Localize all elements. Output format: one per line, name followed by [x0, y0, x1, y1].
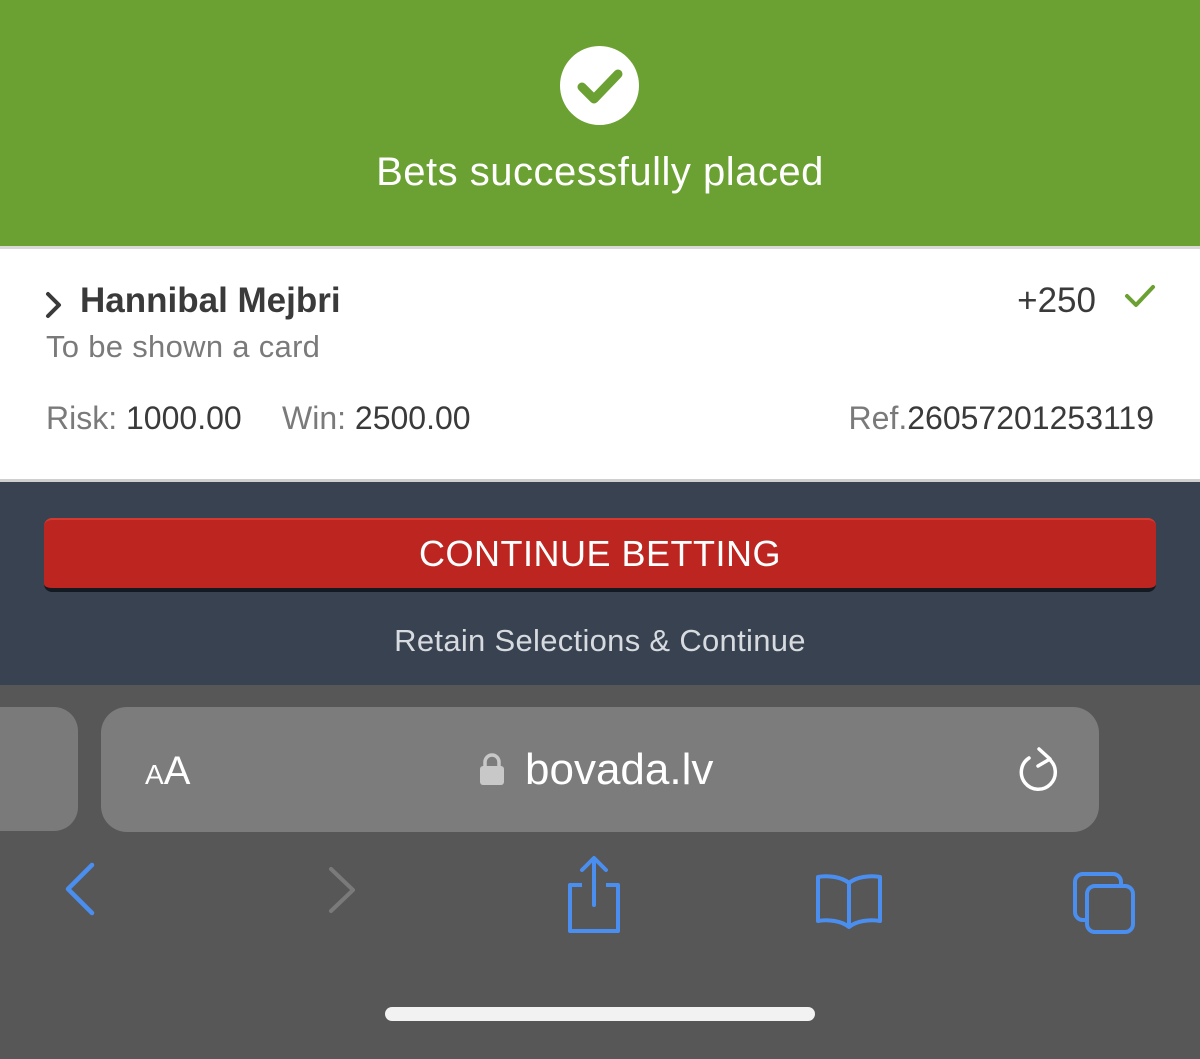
success-banner: Bets successfully placed	[0, 0, 1200, 246]
lock-icon	[479, 752, 505, 791]
win-value: 2500.00	[354, 400, 471, 436]
url-domain: bovada.lv	[525, 745, 714, 794]
win-amount: Win: 2500.00	[282, 400, 471, 437]
selection-name[interactable]: Hannibal Mejbri	[80, 281, 341, 321]
bookmarks-icon[interactable]	[814, 871, 884, 936]
continue-betting-button[interactable]: CONTINUE BETTING	[44, 518, 1156, 592]
forward-icon[interactable]	[326, 865, 358, 920]
ref-label: Ref.	[848, 400, 908, 436]
success-check-icon	[560, 46, 639, 125]
address-bar[interactable]: AA bovada.lv	[101, 707, 1099, 832]
reference-number: Ref.26057201253119	[849, 400, 1154, 437]
success-title: Bets successfully placed	[376, 150, 824, 194]
chevron-right-icon[interactable]	[44, 291, 64, 324]
reload-icon[interactable]	[1015, 745, 1061, 800]
previous-tab-preview[interactable]	[0, 707, 78, 831]
bet-receipt-card: Hannibal Mejbri +250 To be shown a card …	[0, 246, 1200, 482]
risk-label: Risk:	[46, 400, 118, 436]
win-label: Win:	[282, 400, 346, 436]
share-icon[interactable]	[564, 853, 624, 942]
ref-value: 26057201253119	[907, 400, 1154, 436]
risk-amount: Risk: 1000.00	[46, 400, 242, 437]
browser-chrome: AA bovada.lv	[0, 685, 1200, 1059]
home-indicator[interactable]	[385, 1007, 815, 1021]
tabs-icon[interactable]	[1072, 871, 1138, 940]
confirmed-check-icon	[1124, 283, 1156, 314]
market-name: To be shown a card	[46, 329, 321, 364]
text-size-button[interactable]: AA	[145, 749, 190, 794]
retain-selections-link[interactable]: Retain Selections & Continue	[0, 623, 1200, 659]
back-icon[interactable]	[62, 861, 98, 922]
text-size-big-a: A	[163, 749, 191, 793]
text-size-small-a: A	[145, 759, 164, 790]
risk-value: 1000.00	[126, 400, 242, 436]
odds-value: +250	[1017, 281, 1096, 320]
action-panel: CONTINUE BETTING Retain Selections & Con…	[0, 482, 1200, 685]
